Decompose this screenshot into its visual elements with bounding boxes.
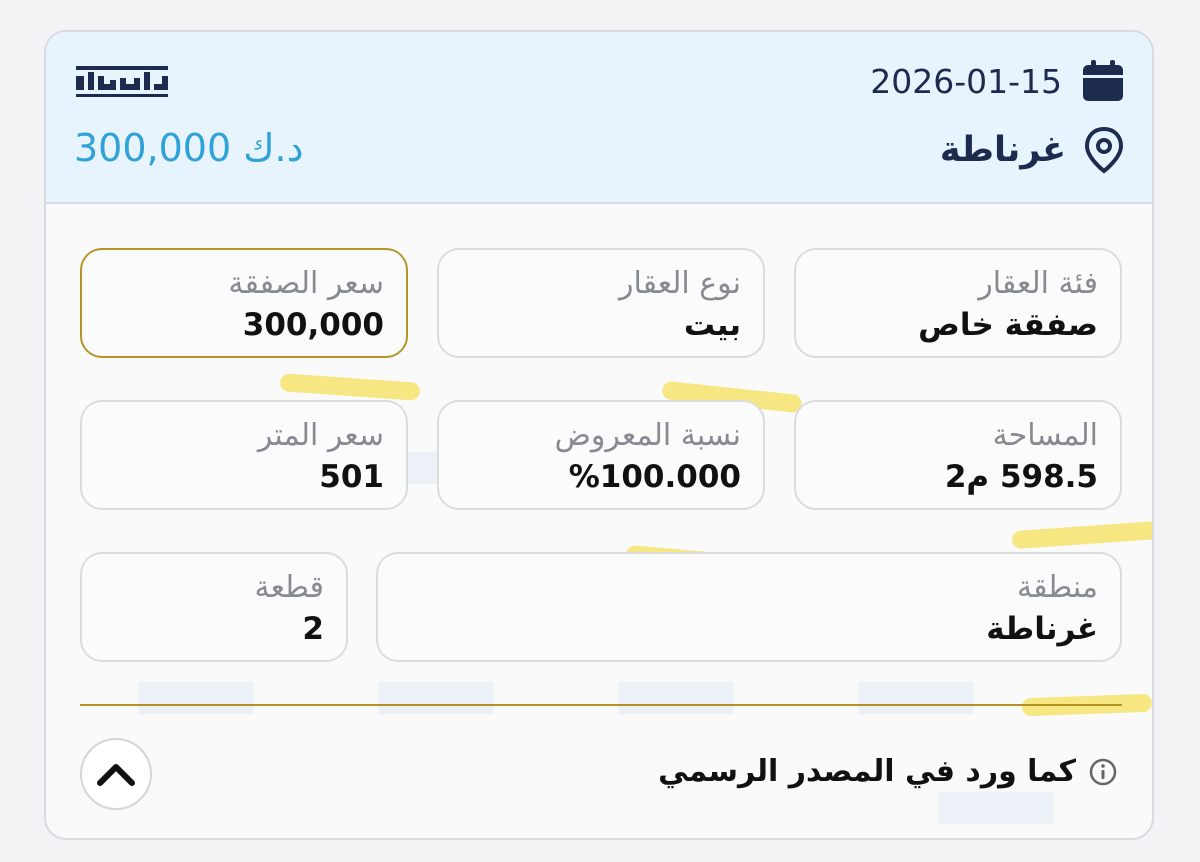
location-row: غرناطة: [940, 126, 1126, 174]
field-value: 300,000: [242, 307, 384, 343]
highlight-mark: [279, 373, 421, 401]
field-label: نوع العقار: [618, 266, 741, 301]
field-label: منطقة: [1017, 570, 1098, 605]
field-value: 598.5 م2: [944, 459, 1098, 495]
deal-card: 300,000 د.ك 2026-01-15 غرناطة فئة العقار…: [44, 30, 1154, 840]
field-area: المساحة 598.5 م2: [794, 400, 1122, 510]
field-value: غرناطة: [986, 611, 1098, 647]
field-label: فئة العقار: [978, 266, 1098, 301]
map-pin-icon: [1084, 126, 1124, 174]
field-label: سعر الصفقة: [228, 266, 384, 301]
collapse-button[interactable]: [80, 738, 152, 810]
calendar-icon: [1083, 60, 1123, 101]
watermark-logo: [858, 681, 974, 714]
field-value: بيت: [683, 307, 741, 343]
header-price: 300,000 د.ك: [74, 126, 304, 170]
field-label: المساحة: [992, 418, 1098, 453]
source-note-row: كما ورد في المصدر الرسمي: [658, 754, 1118, 789]
deal-location: غرناطة: [939, 130, 1066, 170]
field-label: نسبة المعروض: [554, 418, 741, 453]
section-divider: [80, 704, 1122, 706]
card-header: 300,000 د.ك 2026-01-15 غرناطة: [46, 32, 1152, 204]
field-meter-price: سعر المتر 501: [80, 400, 408, 510]
watermark-logo: [138, 681, 254, 714]
field-value: 501: [319, 459, 384, 495]
highlight-mark: [1011, 520, 1152, 550]
info-icon[interactable]: [1088, 757, 1118, 787]
watermark-logo: [618, 681, 734, 714]
field-value: 2: [302, 611, 324, 647]
deal-date: 2026-01-15: [870, 61, 1062, 101]
date-row: 2026-01-15: [870, 58, 1126, 104]
field-label: قطعة: [254, 570, 324, 605]
field-plot: قطعة 2: [80, 552, 348, 662]
alhasbah-logo: [76, 66, 168, 97]
watermark-logo: [938, 791, 1054, 824]
field-property-type: نوع العقار بيت: [437, 248, 765, 358]
field-offered-ratio: نسبة المعروض %100.000: [437, 400, 765, 510]
chevron-up-icon: [97, 764, 135, 786]
field-deal-price: سعر الصفقة 300,000: [80, 248, 408, 358]
field-label: سعر المتر: [257, 418, 384, 453]
field-region: منطقة غرناطة: [376, 552, 1122, 662]
watermark-logo: [378, 681, 494, 714]
field-category: فئة العقار صفقة خاص: [794, 248, 1122, 358]
field-value: %100.000: [568, 459, 741, 495]
source-note: كما ورد في المصدر الرسمي: [658, 754, 1076, 789]
field-value: صفقة خاص: [918, 307, 1098, 343]
